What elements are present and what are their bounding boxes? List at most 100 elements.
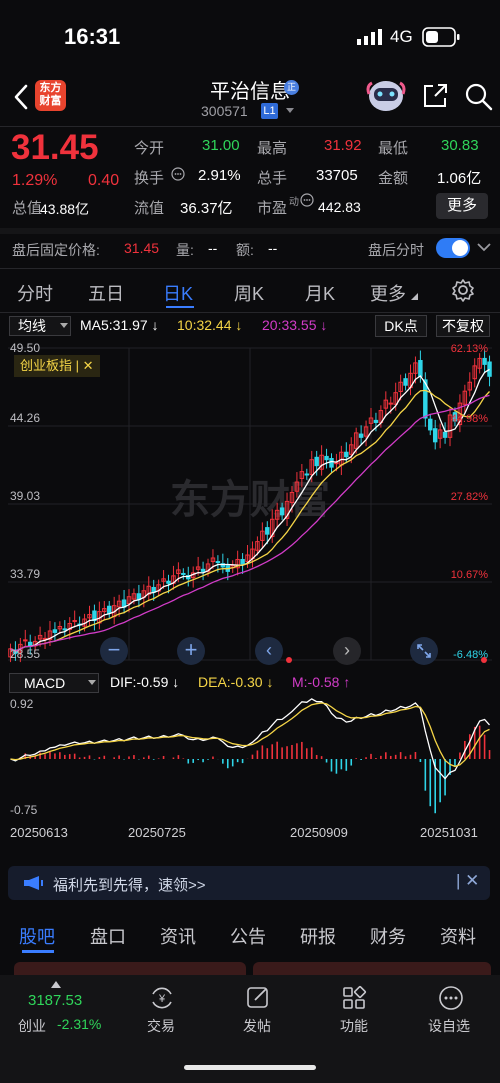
robot-assistant-icon[interactable] bbox=[366, 76, 406, 114]
y-tick-label: 28.55 bbox=[10, 647, 40, 661]
open-label: 今开 bbox=[134, 140, 165, 157]
after-hours-vol: -- bbox=[208, 240, 218, 256]
home-indicator bbox=[184, 1065, 316, 1070]
amount-value: 1.06亿 bbox=[437, 170, 482, 187]
level-badge[interactable]: L1 bbox=[261, 103, 278, 119]
tab-news[interactable]: 资讯 bbox=[160, 923, 196, 949]
x-tick-label: 20250909 bbox=[290, 825, 348, 840]
share-icon[interactable] bbox=[421, 82, 449, 110]
tab-weekly-k[interactable]: 周K bbox=[234, 280, 264, 306]
divider bbox=[0, 126, 500, 127]
status-bar: 16:31 4G bbox=[0, 0, 500, 70]
post-icon[interactable] bbox=[245, 985, 271, 1011]
candle bbox=[107, 605, 112, 614]
index-name: 创业 bbox=[18, 1018, 46, 1034]
chevron-down-icon[interactable] bbox=[477, 242, 491, 252]
after-hours-price: 31.45 bbox=[124, 240, 160, 256]
tab-five-day[interactable]: 五日 bbox=[88, 280, 124, 306]
x-tick-label: 20251031 bbox=[420, 825, 478, 840]
stock-code: 300571 bbox=[201, 103, 248, 119]
dk-point-button[interactable]: DK点 bbox=[375, 315, 427, 337]
scroll-right-button[interactable]: › bbox=[333, 637, 361, 665]
open-value: 31.00 bbox=[202, 137, 240, 154]
tab-finance[interactable]: 财务 bbox=[370, 923, 406, 949]
index-overlay-tag[interactable]: 创业板指 | ✕ bbox=[14, 355, 100, 377]
ma5-text: MA5:31.97 bbox=[80, 317, 148, 333]
tab-daily-k[interactable]: 日K bbox=[163, 280, 193, 306]
indicator-selector[interactable]: MACD bbox=[9, 673, 99, 693]
nav-add-watchlist[interactable]: 设自选 bbox=[428, 1016, 470, 1036]
macd-ticks-group: 0.92 -0.75 bbox=[10, 697, 38, 817]
after-hours-vol-label: 量: bbox=[176, 242, 194, 258]
candle bbox=[418, 360, 423, 377]
more-dots-icon[interactable] bbox=[438, 985, 464, 1011]
x-tick-label: 20250725 bbox=[128, 825, 186, 840]
mktcap-value: 43.88亿 bbox=[40, 201, 90, 217]
candle bbox=[304, 473, 310, 476]
tab-intraday[interactable]: 分时 bbox=[17, 280, 53, 306]
nav-post[interactable]: 发帖 bbox=[243, 1016, 271, 1036]
turnover-label: 换手 bbox=[134, 170, 165, 187]
y-tick-label: 44.26 bbox=[10, 411, 40, 425]
more-button[interactable]: 更多 bbox=[436, 193, 488, 219]
settings-gear-icon[interactable] bbox=[451, 278, 475, 302]
tab-more[interactable]: 更多 bbox=[370, 280, 406, 306]
zoom-out-button[interactable]: − bbox=[100, 637, 128, 665]
candlestick-chart[interactable]: 东方财富 49.50 44.26 39.03 33.79 28.55 62.13% 44.9… bbox=[0, 338, 500, 668]
divider bbox=[0, 228, 500, 234]
divider bbox=[0, 268, 500, 269]
svg-text:¥: ¥ bbox=[158, 993, 166, 1005]
tab-pankou[interactable]: 盘口 bbox=[90, 923, 126, 949]
ma-selector[interactable]: 均线 bbox=[9, 316, 71, 336]
info-icon[interactable] bbox=[171, 167, 185, 181]
network-type: 4G bbox=[390, 27, 413, 46]
macd-chart[interactable]: 0.92 -0.75 bbox=[0, 694, 500, 824]
low-value: 30.83 bbox=[441, 137, 479, 154]
high-label: 最高 bbox=[257, 140, 288, 157]
functions-grid-icon[interactable] bbox=[341, 985, 367, 1011]
chevron-down-icon bbox=[88, 680, 96, 685]
active-tab-indicator bbox=[22, 950, 54, 953]
candle bbox=[279, 507, 285, 516]
tab-research[interactable]: 研报 bbox=[300, 923, 336, 949]
ma10-text: 10:32.44 bbox=[177, 317, 232, 333]
candle bbox=[324, 455, 329, 461]
pct-tick-label: 10.67% bbox=[451, 569, 489, 581]
tab-profile[interactable]: 资料 bbox=[440, 923, 476, 949]
turnover-value: 2.91% bbox=[198, 167, 241, 184]
index-tag-label: 创业板指 bbox=[20, 358, 73, 373]
adjust-mode-button[interactable]: 不复权 bbox=[436, 315, 490, 337]
after-hours-toggle[interactable] bbox=[436, 238, 470, 258]
candle bbox=[358, 433, 364, 438]
trade-icon[interactable]: ¥ bbox=[149, 985, 175, 1011]
dif-value: DIF:-0.59 ↓ bbox=[110, 674, 180, 690]
nav-functions[interactable]: 功能 bbox=[340, 1016, 368, 1036]
scroll-left-button[interactable]: ‹ bbox=[255, 637, 283, 665]
promo-banner[interactable]: 福利先到先得，速领>> | ✕ bbox=[8, 866, 490, 900]
ma-selector-label: 均线 bbox=[18, 318, 46, 334]
candle bbox=[428, 418, 433, 431]
zoom-in-button[interactable]: + bbox=[177, 637, 205, 665]
candle bbox=[23, 639, 28, 642]
search-icon[interactable] bbox=[464, 82, 494, 112]
promo-close-icon[interactable]: | ✕ bbox=[456, 871, 479, 891]
tab-monthly-k[interactable]: 月K bbox=[305, 280, 335, 306]
index-value[interactable]: 3187.53 bbox=[28, 992, 82, 1009]
chevron-down-icon bbox=[60, 323, 68, 328]
ma20-value: 20:33.55 ↓ bbox=[262, 317, 328, 333]
nav-trade[interactable]: 交易 bbox=[147, 1016, 175, 1036]
candle bbox=[487, 361, 492, 377]
indicator-dot bbox=[481, 657, 487, 663]
fullscreen-icon[interactable] bbox=[410, 637, 438, 665]
divider bbox=[0, 312, 500, 313]
chevron-down-icon[interactable] bbox=[285, 107, 295, 115]
pct-tick-label: 62.13% bbox=[451, 343, 489, 355]
tab-announcement[interactable]: 公告 bbox=[230, 923, 266, 949]
low-label: 最低 bbox=[378, 140, 409, 157]
pe-suffix: 动 bbox=[289, 197, 299, 208]
y-tick-label: 49.50 bbox=[10, 341, 40, 355]
candle bbox=[442, 431, 448, 438]
tab-guba[interactable]: 股吧 bbox=[19, 923, 55, 949]
info-icon[interactable] bbox=[300, 193, 314, 207]
x-labels-group: 20250613 20250725 20250909 20251031 bbox=[10, 825, 478, 840]
